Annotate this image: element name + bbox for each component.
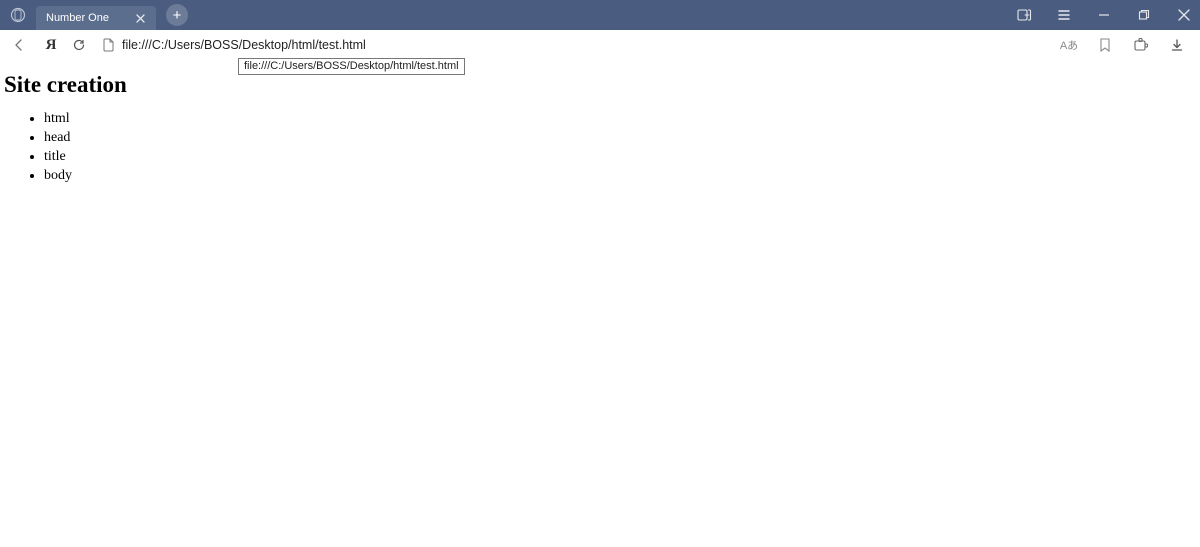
- list-item: head: [44, 129, 1196, 148]
- toolbar-right: Aあ: [1056, 32, 1190, 58]
- tooltip-text: file:///C:/Users/BOSS/Desktop/html/test.…: [244, 60, 459, 72]
- tab-title: Number One: [46, 12, 126, 24]
- new-tab-button[interactable]: +: [166, 4, 188, 26]
- back-button[interactable]: [6, 32, 32, 58]
- downloads-icon[interactable]: [1164, 32, 1190, 58]
- yandex-label: Я: [46, 37, 57, 54]
- bookmark-icon[interactable]: [1092, 32, 1118, 58]
- reload-button[interactable]: [66, 32, 92, 58]
- collections-icon[interactable]: [1012, 3, 1036, 27]
- app-icon: [8, 5, 28, 25]
- list-item: body: [44, 167, 1196, 186]
- window-controls: [1012, 0, 1196, 30]
- read-aloud-label: Aあ: [1060, 37, 1078, 53]
- minimize-button[interactable]: [1092, 3, 1116, 27]
- plus-icon: +: [173, 7, 182, 24]
- url-text: file:///C:/Users/BOSS/Desktop/html/test.…: [122, 38, 366, 52]
- address-bar[interactable]: file:///C:/Users/BOSS/Desktop/html/test.…: [102, 34, 1052, 56]
- read-aloud-icon[interactable]: Aあ: [1056, 32, 1082, 58]
- window-close-button[interactable]: [1172, 3, 1196, 27]
- list-item: html: [44, 110, 1196, 129]
- list-item: title: [44, 148, 1196, 167]
- maximize-button[interactable]: [1132, 3, 1156, 27]
- page-list: html head title body: [44, 110, 1196, 186]
- url-tooltip: file:///C:/Users/BOSS/Desktop/html/test.…: [238, 58, 465, 75]
- close-tab-icon[interactable]: [132, 10, 148, 26]
- browser-tab[interactable]: Number One: [36, 6, 156, 30]
- tab-strip: Number One +: [0, 0, 1200, 30]
- yandex-home-button[interactable]: Я: [40, 34, 62, 56]
- toolbar: Я file:///C:/Users/BOSS/Desktop/html/tes…: [0, 30, 1200, 60]
- page-heading: Site creation: [4, 72, 1196, 98]
- file-icon: [102, 38, 116, 52]
- menu-icon[interactable]: [1052, 3, 1076, 27]
- extensions-icon[interactable]: [1128, 32, 1154, 58]
- page-content: Site creation html head title body: [0, 60, 1200, 190]
